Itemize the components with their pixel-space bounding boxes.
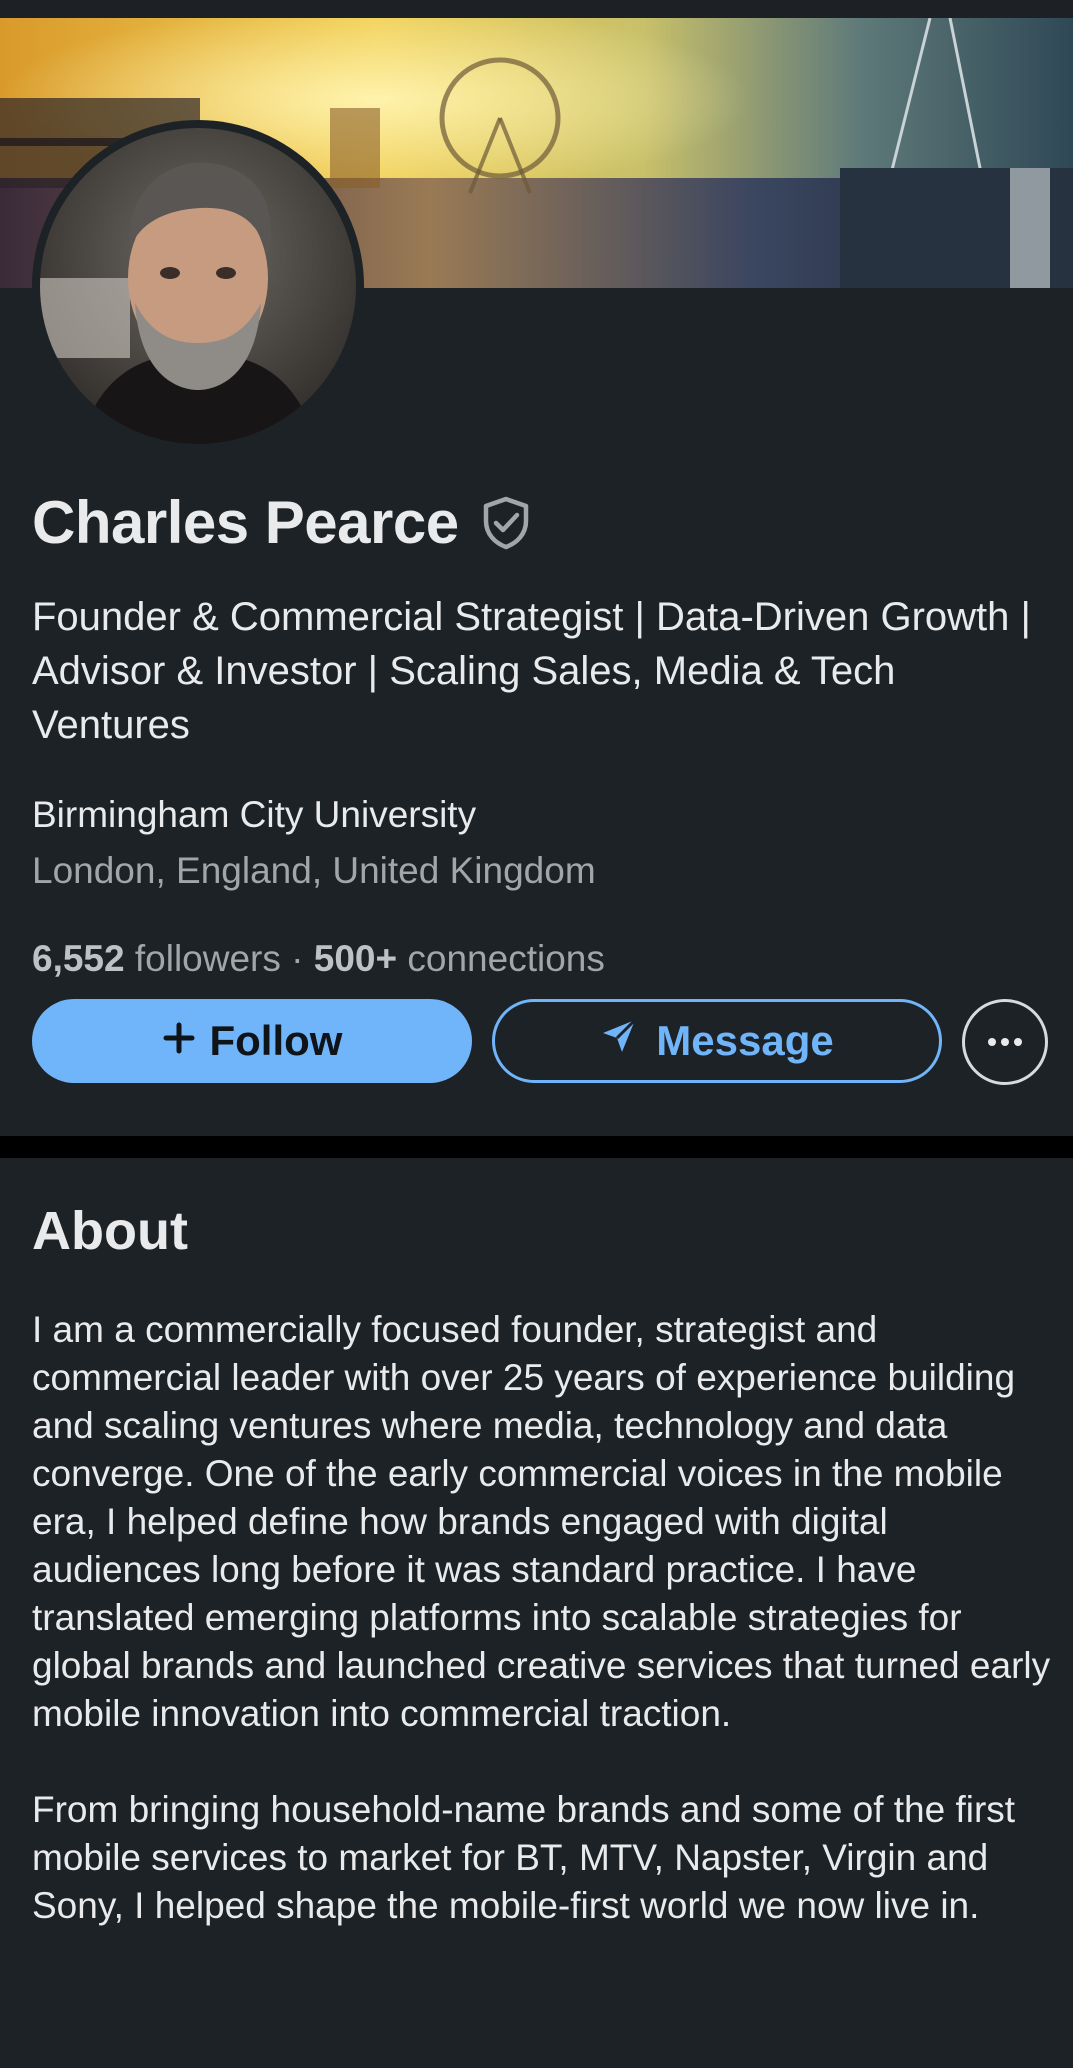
plus-icon bbox=[162, 1017, 196, 1065]
profile-headline: Founder & Commercial Strategist | Data-D… bbox=[32, 595, 1031, 747]
network-stats: 6,552 followers · 500+ connections bbox=[32, 938, 605, 980]
stats-separator: · bbox=[291, 938, 304, 979]
send-icon bbox=[600, 1017, 638, 1065]
follow-button[interactable]: Follow bbox=[32, 999, 472, 1083]
message-button[interactable]: Message bbox=[492, 999, 942, 1083]
ellipsis-icon bbox=[987, 1035, 1023, 1050]
follow-label: Follow bbox=[209, 1017, 343, 1064]
about-paragraph: I am a commercially focused founder, str… bbox=[32, 1309, 1051, 1734]
profile-name: Charles Pearce bbox=[32, 489, 459, 556]
connections-count[interactable]: 500+ bbox=[314, 938, 397, 979]
message-label: Message bbox=[656, 1017, 834, 1064]
about-heading: About bbox=[32, 1201, 188, 1261]
followers-label[interactable]: followers bbox=[135, 938, 281, 979]
followers-count[interactable]: 6,552 bbox=[32, 938, 125, 979]
profile-screen: Charles Pearce Founder & Commercial Stra… bbox=[0, 0, 1073, 2068]
about-paragraph: From bringing household-name brands and … bbox=[32, 1789, 1016, 1926]
about-text[interactable]: I am a commercially focused founder, str… bbox=[32, 1306, 1057, 1930]
shield-check-icon[interactable] bbox=[481, 496, 531, 550]
connections-label[interactable]: connections bbox=[407, 938, 604, 979]
status-bar bbox=[0, 0, 1073, 18]
profile-location: London, England, United Kingdom bbox=[32, 850, 596, 891]
name-row: Charles Pearce bbox=[32, 488, 531, 557]
about-section: About I am a commercially focused founde… bbox=[0, 1158, 1073, 2068]
avatar[interactable] bbox=[32, 120, 364, 452]
profile-school[interactable]: Birmingham City University bbox=[32, 794, 476, 836]
profile-card: Charles Pearce Founder & Commercial Stra… bbox=[0, 18, 1073, 1136]
more-actions-button[interactable] bbox=[962, 999, 1048, 1085]
